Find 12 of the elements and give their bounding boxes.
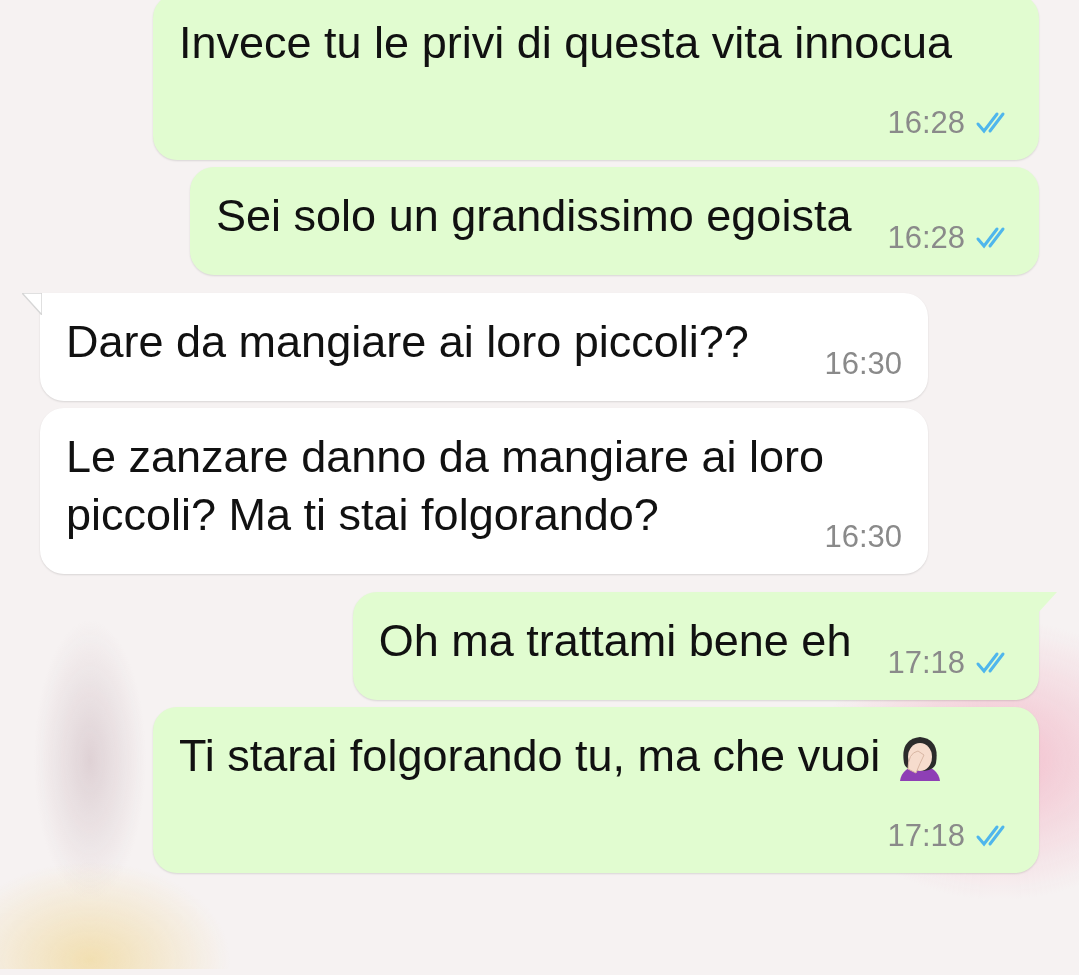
message-time: 16:28: [887, 105, 965, 141]
message-text: Invece tu le privi di questa vita innocua: [179, 17, 952, 68]
message-text: Le zanzare danno da mangiare ai loro piccoli? Ma ti stai folgorando?: [66, 431, 824, 540]
message-text: Oh ma trattami bene eh: [378, 615, 852, 666]
message-time: 17:18: [887, 645, 965, 681]
message-time: 17:18: [887, 818, 965, 855]
message-time: 16:30: [824, 346, 902, 382]
message-text: Dare da mangiare ai loro piccoli??: [66, 316, 749, 367]
message-time: 16:28: [887, 220, 965, 256]
message-text: Ti starai folgorando tu, ma che vuoi: [179, 730, 947, 781]
message-time: 16:30: [824, 519, 902, 555]
message-text: Sei solo un grandissimo egoista: [216, 190, 852, 241]
